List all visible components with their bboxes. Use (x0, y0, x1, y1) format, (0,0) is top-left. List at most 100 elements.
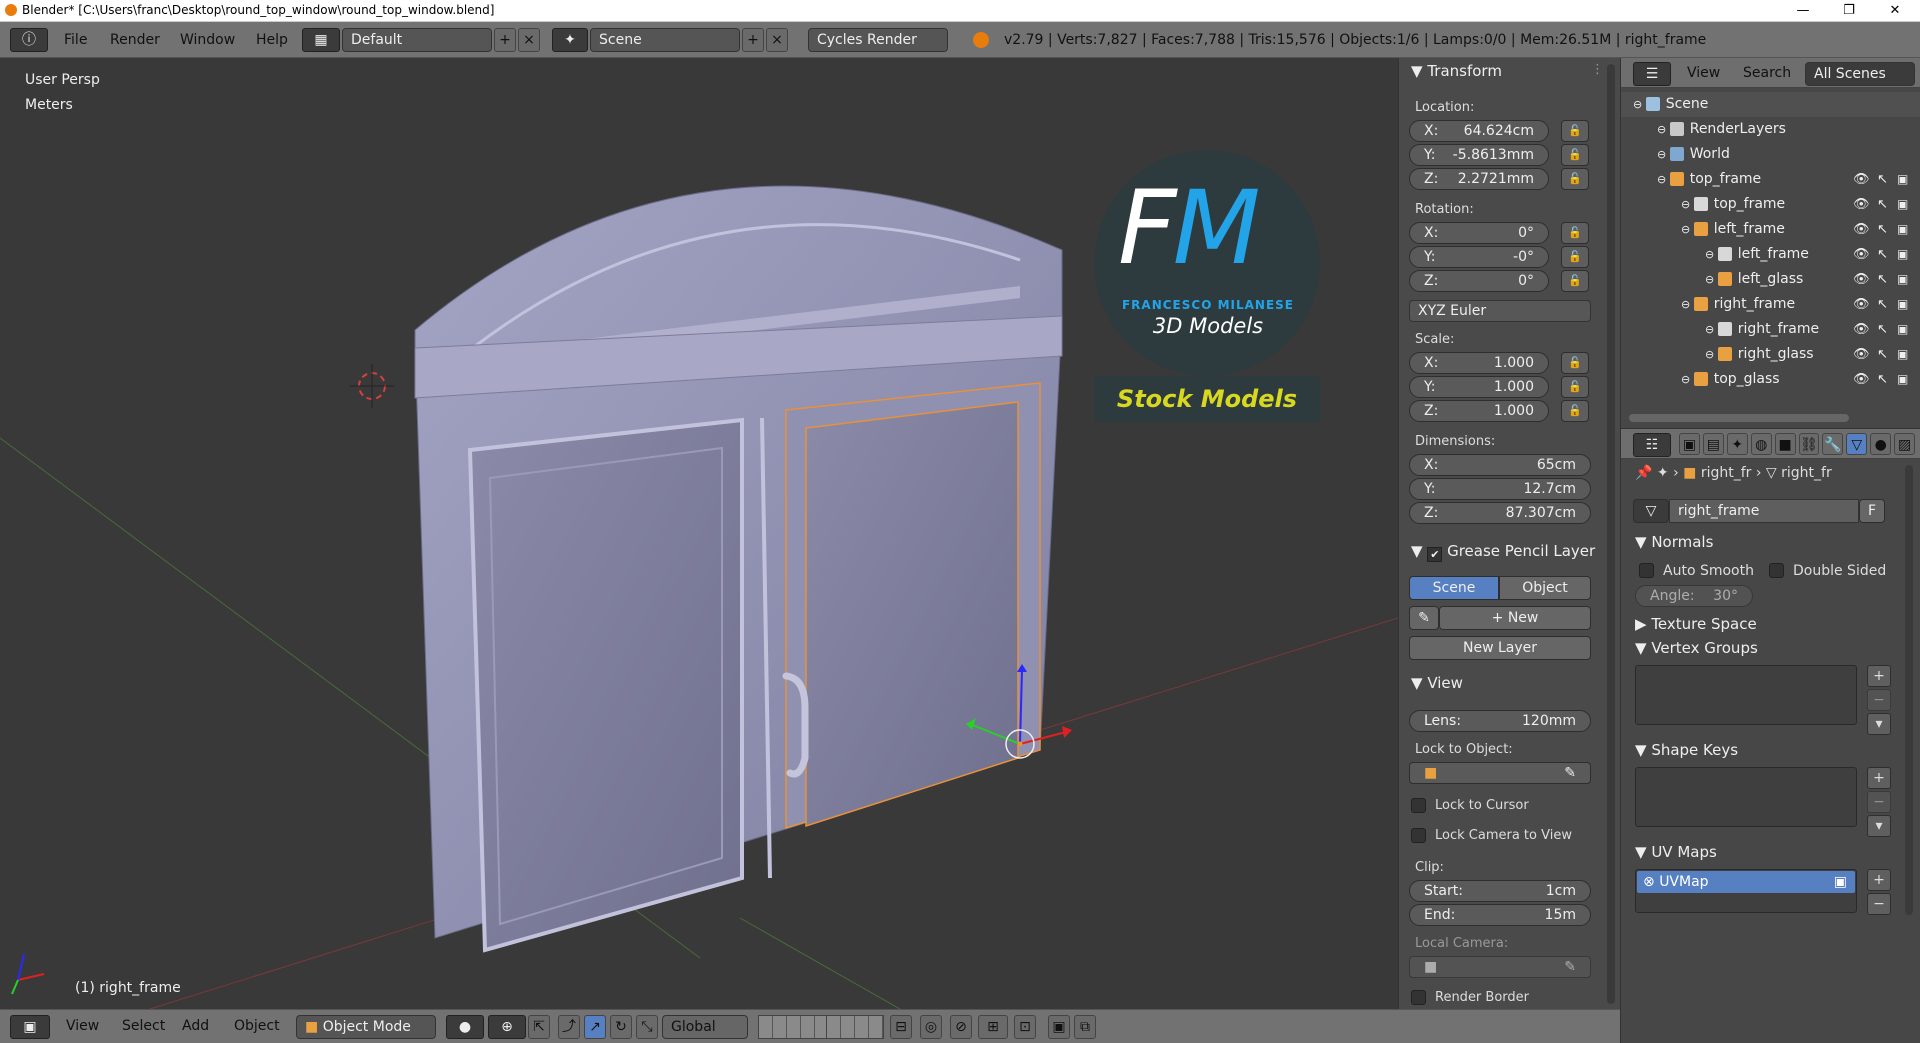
layout-name-field[interactable]: Default (342, 28, 492, 52)
outliner-item-label[interactable]: Scene (1666, 96, 1709, 112)
outliner-row[interactable]: ⊖ left_glass 👁 ↖ ▣ (1621, 267, 1920, 292)
outliner-row[interactable]: ⊖ left_frame 👁 ↖ ▣ (1621, 242, 1920, 267)
3d-cursor-icon[interactable] (350, 364, 394, 408)
render-camera-icon[interactable]: ▣ (1897, 292, 1908, 317)
expand-toggle-icon[interactable]: ⊖ (1657, 173, 1670, 186)
expand-toggle-icon[interactable]: ⊖ (1705, 348, 1718, 361)
menu-render[interactable]: Render (110, 32, 160, 48)
add-scene-icon[interactable]: + (742, 28, 764, 52)
menu-window[interactable]: Window (180, 32, 235, 48)
render-camera-icon[interactable]: ▣ (1897, 217, 1908, 242)
delete-layout-icon[interactable]: × (518, 28, 540, 52)
selectable-cursor-icon[interactable]: ↖ (1877, 317, 1888, 342)
lock-cursor-checkbox[interactable] (1411, 798, 1426, 813)
world-tab-icon[interactable]: ◍ (1750, 433, 1772, 455)
outliner-row[interactable]: ⊖ top_frame 👁 ↖ ▣ (1621, 167, 1920, 192)
view-panel-header[interactable]: ▼ View (1411, 674, 1463, 692)
render-animation-icon[interactable]: ⧉ (1074, 1015, 1096, 1039)
visibility-eye-icon[interactable]: 👁 (1853, 217, 1870, 242)
render-camera-icon[interactable]: ▣ (1897, 367, 1908, 392)
properties-editor-icon[interactable]: ☷ (1633, 433, 1671, 457)
lens-field[interactable]: Lens: 120mm (1409, 710, 1591, 732)
outliner-editor-icon[interactable]: ☰ (1633, 62, 1671, 86)
orientation-select[interactable]: Global (662, 1015, 748, 1039)
outliner-item-label[interactable]: right_glass (1738, 346, 1814, 362)
snap-target-icon[interactable]: ⊡ (1014, 1015, 1036, 1039)
scene-name-field[interactable]: Scene (590, 28, 740, 52)
selectable-cursor-icon[interactable]: ↖ (1877, 267, 1888, 292)
pin-icon[interactable]: 📌 (1635, 465, 1652, 481)
menu-help[interactable]: Help (256, 32, 288, 48)
lock-object-field[interactable]: ■ ✎ (1409, 762, 1591, 784)
scale-z-field[interactable]: Z: 1.000 (1409, 400, 1549, 422)
location-x-lock-icon[interactable]: 🔓 (1561, 120, 1589, 142)
render-camera-icon[interactable]: ▣ (1897, 242, 1908, 267)
scene-tab-icon[interactable]: ✦ (1726, 433, 1748, 455)
selectable-cursor-icon[interactable]: ↖ (1877, 242, 1888, 267)
outliner-item-label[interactable]: World (1690, 146, 1730, 162)
selectable-cursor-icon[interactable]: ↖ (1877, 192, 1888, 217)
render-still-icon[interactable]: ▣ (1048, 1015, 1070, 1039)
grease-scene-tab[interactable]: Scene (1409, 576, 1499, 600)
rotation-x-field[interactable]: X: 0° (1409, 222, 1549, 244)
camera-eyedropper-icon[interactable]: ✎ (1564, 957, 1576, 977)
render-camera-icon[interactable]: ▣ (1897, 317, 1908, 342)
uv-map-remove-icon[interactable]: − (1867, 893, 1891, 915)
location-z-lock-icon[interactable]: 🔓 (1561, 168, 1589, 190)
selectable-cursor-icon[interactable]: ↖ (1877, 217, 1888, 242)
grease-pencil-header[interactable]: ▼ ✔ Grease Pencil Layer (1411, 542, 1595, 562)
translate-active-icon[interactable]: ↗ (584, 1015, 606, 1039)
expand-toggle-icon[interactable]: ⊖ (1681, 223, 1694, 236)
rotation-mode-select[interactable]: XYZ Euler (1409, 300, 1591, 322)
vertex-groups-list[interactable] (1635, 665, 1857, 725)
uv-render-camera-icon[interactable]: ▣ (1834, 871, 1847, 893)
maximize-button[interactable]: ❐ (1826, 0, 1872, 22)
shelf-scrollbar[interactable] (1607, 64, 1615, 1004)
layers-tab-icon[interactable]: ▤ (1702, 433, 1724, 455)
render-border-checkbox[interactable] (1411, 990, 1426, 1005)
dimensions-z-field[interactable]: Z: 87.307cm (1409, 502, 1591, 524)
editor-type-3dview-icon[interactable]: ▣ (10, 1015, 50, 1039)
auto-smooth-checkbox[interactable] (1639, 563, 1654, 578)
outliner-row[interactable]: ⊖ top_glass 👁 ↖ ▣ (1621, 367, 1920, 392)
expand-toggle-icon[interactable]: ⊖ (1681, 298, 1694, 311)
outliner-row[interactable]: ⊖ right_frame 👁 ↖ ▣ (1621, 292, 1920, 317)
outliner-item-label[interactable]: right_frame (1714, 296, 1795, 312)
expand-toggle-icon[interactable]: ⊖ (1705, 273, 1718, 286)
menu-view[interactable]: View (66, 1018, 99, 1034)
visibility-eye-icon[interactable]: 👁 (1853, 367, 1870, 392)
selectable-cursor-icon[interactable]: ↖ (1877, 342, 1888, 367)
delete-scene-icon[interactable]: × (766, 28, 788, 52)
rotation-x-lock-icon[interactable]: 🔓 (1561, 222, 1589, 244)
scale-y-field[interactable]: Y: 1.000 (1409, 376, 1549, 398)
editor-type-info-icon[interactable]: ⓘ (10, 28, 48, 52)
proportional-edit-icon[interactable]: ◎ (920, 1015, 942, 1039)
expand-toggle-icon[interactable]: ⊖ (1705, 323, 1718, 336)
constraints-tab-icon[interactable]: ⛓ (1798, 433, 1820, 455)
data-tab-icon[interactable]: ▽ (1846, 433, 1868, 455)
3d-viewport[interactable]: User Persp Meters FM FRANCESCO MILANESE … (0, 58, 1398, 1009)
expand-toggle-icon[interactable]: ⊖ (1633, 98, 1646, 111)
render-camera-icon[interactable]: ▣ (1897, 192, 1908, 217)
outliner-item-label[interactable]: top_frame (1714, 196, 1785, 212)
visibility-eye-icon[interactable]: 👁 (1853, 192, 1870, 217)
location-y-field[interactable]: Y: -5.8613mm (1409, 144, 1549, 166)
outliner-item-label[interactable]: top_glass (1714, 371, 1780, 387)
scale-y-lock-icon[interactable]: 🔓 (1561, 376, 1589, 398)
scale-x-field[interactable]: X: 1.000 (1409, 352, 1549, 374)
add-layout-icon[interactable]: + (494, 28, 516, 52)
grease-new-button[interactable]: + New (1439, 606, 1591, 630)
shape-keys-list[interactable] (1635, 767, 1857, 827)
vertex-group-add-icon[interactable]: + (1867, 665, 1891, 687)
selectable-cursor-icon[interactable]: ↖ (1877, 292, 1888, 317)
layout-grid-icon[interactable]: ▦ (302, 28, 340, 52)
location-x-field[interactable]: X: 64.624cm (1409, 120, 1549, 142)
double-sided-checkbox[interactable] (1769, 563, 1784, 578)
material-tab-icon[interactable]: ● (1870, 433, 1892, 455)
render-camera-icon[interactable]: ▣ (1897, 267, 1908, 292)
vertex-group-menu-icon[interactable]: ▾ (1867, 713, 1891, 735)
local-camera-field[interactable]: ■ ✎ (1409, 956, 1591, 978)
manipulator-toggle-icon[interactable]: ⇱ (528, 1015, 550, 1039)
shape-keys-header[interactable]: ▼ Shape Keys (1635, 741, 1738, 759)
visibility-eye-icon[interactable]: 👁 (1853, 167, 1870, 192)
